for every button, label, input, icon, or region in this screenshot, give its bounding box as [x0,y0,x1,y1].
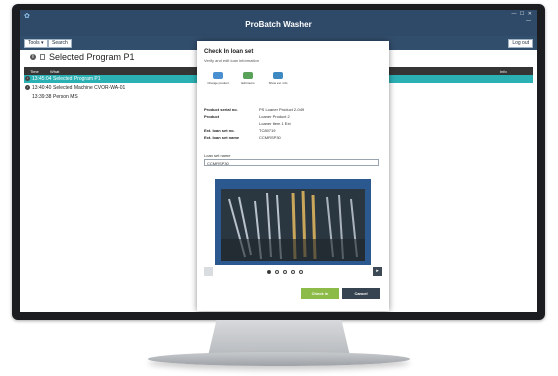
row-time: 13:40:40 [32,85,52,91]
col-time: Time [30,68,39,74]
next-photo-button[interactable]: ▸ [373,267,382,276]
row-info-icon: i [25,85,30,90]
tray-image [215,179,371,265]
show-ext-info-button[interactable]: Show ext. info [264,69,292,91]
table-row[interactable]: 13:39:38 Person MS [24,93,204,101]
cancel-button[interactable]: Cancel [342,288,380,299]
monitor-stand-neck [208,320,350,356]
program-title: Selected Program P1 [49,52,135,62]
loan-set-name-label: Loan set name [204,153,231,158]
detail-key: Product serial no. [204,107,238,112]
change-product-button[interactable]: Change product [204,69,232,91]
program-icon [40,54,45,60]
edit-items-label: Edit items [241,81,255,85]
dialog-subtitle: Verify and edit loan information [204,58,259,63]
title-bar: ✿ ProBatch Washer — ☐ ✕ — [20,10,537,36]
row-what: Selected Machine CVOR-WA-01 [53,85,126,91]
window-controls[interactable]: — ☐ ✕ [512,11,533,17]
detail-value: TC89719 [259,128,276,133]
detail-value: PS Loaner Product 2-049 [259,107,305,112]
tools-button[interactable]: Tools ▾ [24,39,48,48]
minimize-icon[interactable]: — [526,18,531,24]
show-ext-info-label: Show ext. info [268,81,288,85]
search-button[interactable]: Search [48,39,72,48]
detail-key: Ext. loan set name [204,135,240,140]
prev-photo-button[interactable] [204,267,213,276]
carousel-dot[interactable] [291,270,295,274]
product-icon [213,72,223,79]
detail-key: Ext. loan set no. [204,128,235,133]
carousel-dot[interactable] [299,270,303,274]
row-what: Selected Program P1 [53,76,101,82]
carousel-dot[interactable] [267,270,271,274]
detail-key: Product [204,114,220,119]
detail-value: Loaner Item 1 Ext [259,121,291,126]
app-logo-icon: ✿ [24,13,30,20]
screen: ✿ ProBatch Washer — ☐ ✕ — Tools ▾ Search… [20,10,537,312]
col-info: Info [500,68,507,74]
loan-set-name-input[interactable]: CCMRSP30 [204,159,379,166]
detail-value: Loaner Product 2 [259,114,290,119]
row-info-icon: i [25,76,30,81]
monitor-frame: ✿ ProBatch Washer — ☐ ✕ — Tools ▾ Search… [12,4,545,320]
col-what: What [50,68,60,74]
instrument-tray-photo [215,179,371,265]
row-time: 13:39:38 [32,94,52,100]
dialog-title: Check In loan set [204,49,254,55]
eye-icon [273,72,283,79]
check-in-button[interactable]: Check in [301,288,339,299]
info-icon: i [30,54,36,60]
edit-items-button[interactable]: Edit items [234,69,262,91]
monitor-stand-base [148,352,410,366]
row-time: 13:45:04 [32,76,52,82]
table-row[interactable]: i 13:40:40 Selected Machine CVOR-WA-01 [24,84,204,92]
row-what: Person MS [53,94,78,100]
change-product-label: Change product [207,81,229,85]
carousel-dot[interactable] [283,270,287,274]
detail-value: CCMRSP30 [259,135,281,140]
edit-icon [243,72,253,79]
checkin-dialog: Check In loan set Verify and edit loan i… [197,41,389,311]
carousel-dot[interactable] [275,270,279,274]
app-title: ProBatch Washer [245,20,312,29]
logout-button[interactable]: Log out [508,39,533,48]
